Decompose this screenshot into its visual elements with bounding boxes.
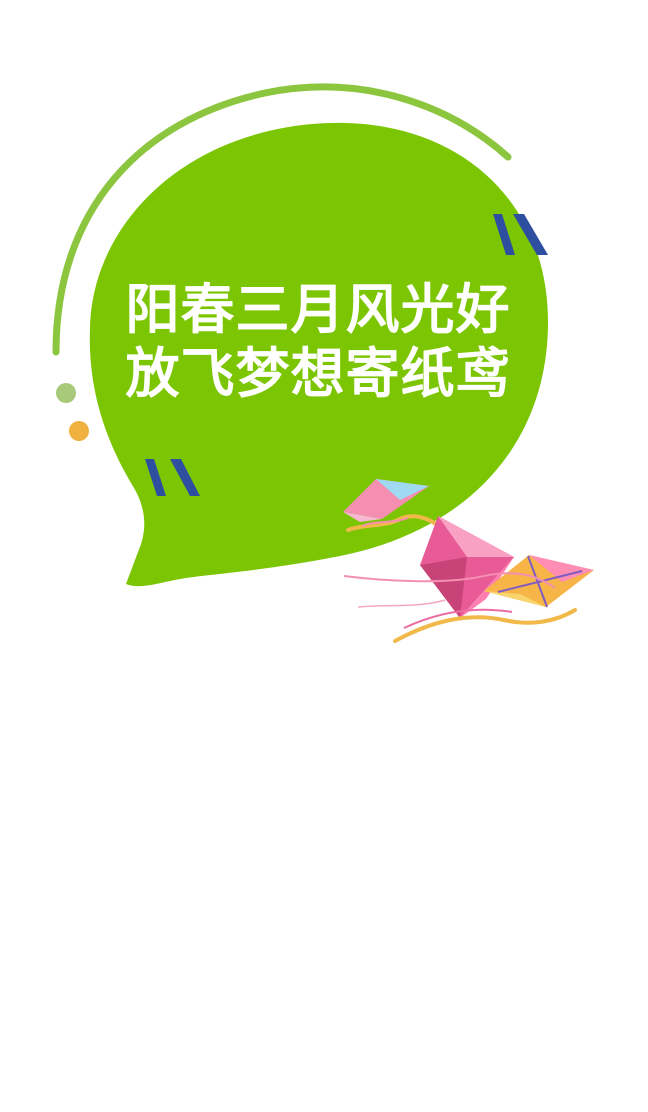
orange-dot <box>69 421 89 441</box>
poster-canvas: 阳春三月风光好 放飞梦想寄纸鸢 <box>52 83 594 643</box>
kite-icon <box>343 479 594 643</box>
headline-line-2: 放飞梦想寄纸鸢 <box>126 342 511 405</box>
green-dot <box>56 383 76 403</box>
headline-line-1: 阳春三月风光好 <box>126 278 511 341</box>
